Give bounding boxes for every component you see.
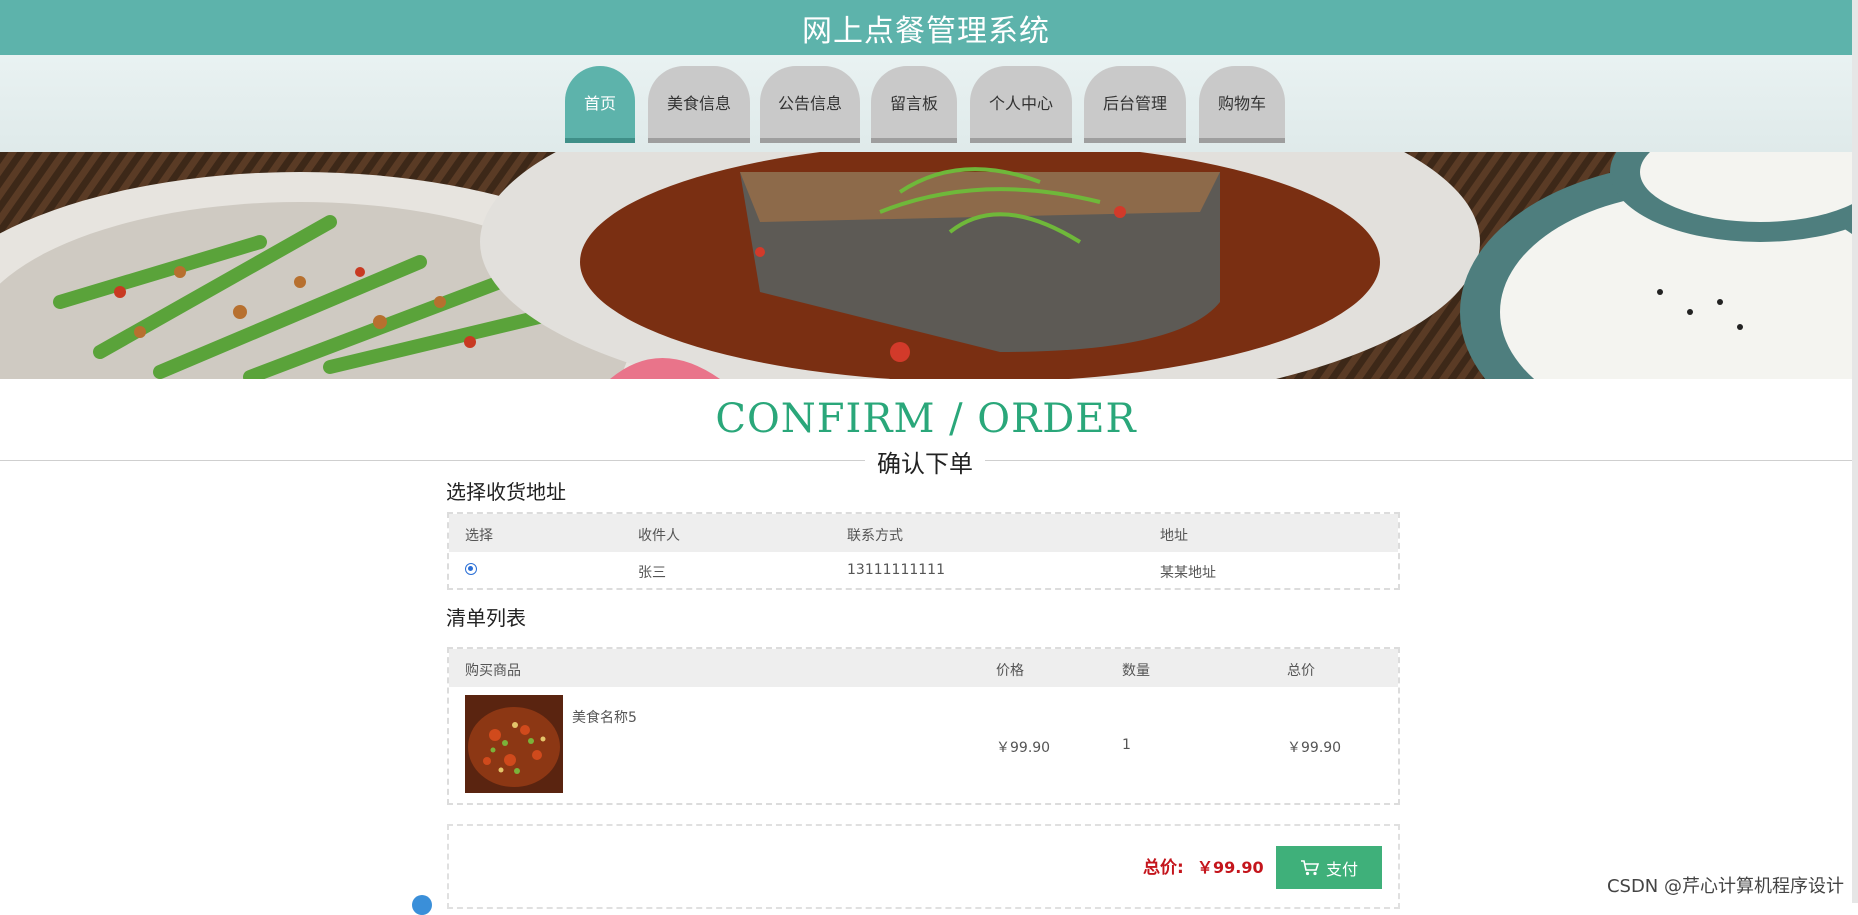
pay-button[interactable]: 支付 (1276, 846, 1382, 889)
tab-label: 公告信息 (777, 94, 842, 113)
site-title: 网上点餐管理系统 (802, 13, 1050, 49)
total-value: ￥99.90 (1197, 858, 1264, 877)
column-header: 选择 (465, 528, 493, 544)
watermark: CSDN @芹心计算机程序设计 (1606, 876, 1844, 897)
address-radio[interactable] (465, 563, 477, 575)
order-table: 购买商品 价格 数量 总价 美食名称5 ￥99.90 1 ￥99.90 (447, 647, 1400, 805)
phone-cell: 13111111111 (847, 562, 945, 578)
pay-label: 支付 (1325, 859, 1358, 879)
address-cell: 某某地址 (1160, 565, 1216, 581)
address-table: 选择 收件人 联系方式 地址 张三 13111111111 某某地址 (447, 512, 1400, 590)
tab-cart[interactable]: 购物车 (1199, 66, 1285, 143)
quantity-cell: 1 (1122, 737, 1131, 753)
column-header: 总价 (1287, 663, 1315, 679)
order-table-header: 购买商品 价格 数量 总价 (449, 649, 1398, 687)
address-table-header: 选择 收件人 联系方式 地址 (449, 514, 1398, 552)
tab-admin[interactable]: 后台管理 (1084, 66, 1186, 143)
main-nav: 首页 美食信息 公告信息 留言板 个人中心 后台管理 购物车 (0, 66, 1852, 143)
column-header: 价格 (996, 663, 1024, 679)
food-thumbnail[interactable] (465, 695, 563, 793)
tab-personal-center[interactable]: 个人中心 (970, 66, 1072, 143)
product-name[interactable]: 美食名称5 (572, 707, 637, 727)
table-row[interactable]: 张三 13111111111 某某地址 (449, 552, 1398, 588)
price-cell: ￥99.90 (996, 740, 1051, 756)
table-row: 美食名称5 ￥99.90 1 ￥99.90 (449, 687, 1398, 803)
column-header: 数量 (1122, 663, 1150, 679)
scrollbar[interactable] (1852, 0, 1858, 903)
tab-label: 留言板 (889, 94, 938, 113)
site-header: 网上点餐管理系统 (0, 0, 1852, 55)
column-header: 联系方式 (847, 528, 903, 544)
column-header: 地址 (1160, 528, 1188, 544)
tab-home[interactable]: 首页 (565, 66, 635, 143)
page-title-cn: 确认下单 (865, 444, 985, 479)
tab-message-board[interactable]: 留言板 (871, 66, 957, 143)
floating-widget[interactable] (412, 895, 432, 915)
order-section-title: 清单列表 (446, 606, 526, 630)
subtotal-cell: ￥99.90 (1287, 740, 1342, 756)
tab-announcements[interactable]: 公告信息 (760, 66, 860, 143)
tab-label: 美食信息 (666, 94, 731, 113)
column-header: 收件人 (638, 528, 680, 544)
tab-food-info[interactable]: 美食信息 (648, 66, 750, 143)
tab-label: 购物车 (1217, 94, 1266, 113)
food-banner-illustration (0, 152, 1852, 379)
address-section-title: 选择收货地址 (446, 480, 566, 504)
page-title-en: CONFIRM / ORDER (715, 396, 1137, 442)
column-header: 购买商品 (465, 663, 521, 679)
tab-label: 个人中心 (988, 94, 1053, 113)
tab-label: 后台管理 (1102, 94, 1167, 113)
total-label: 总价: (1143, 858, 1184, 878)
tab-label: 首页 (583, 94, 616, 113)
cart-icon (1300, 859, 1320, 875)
recipient-cell: 张三 (638, 565, 666, 581)
banner-image (0, 152, 1852, 379)
